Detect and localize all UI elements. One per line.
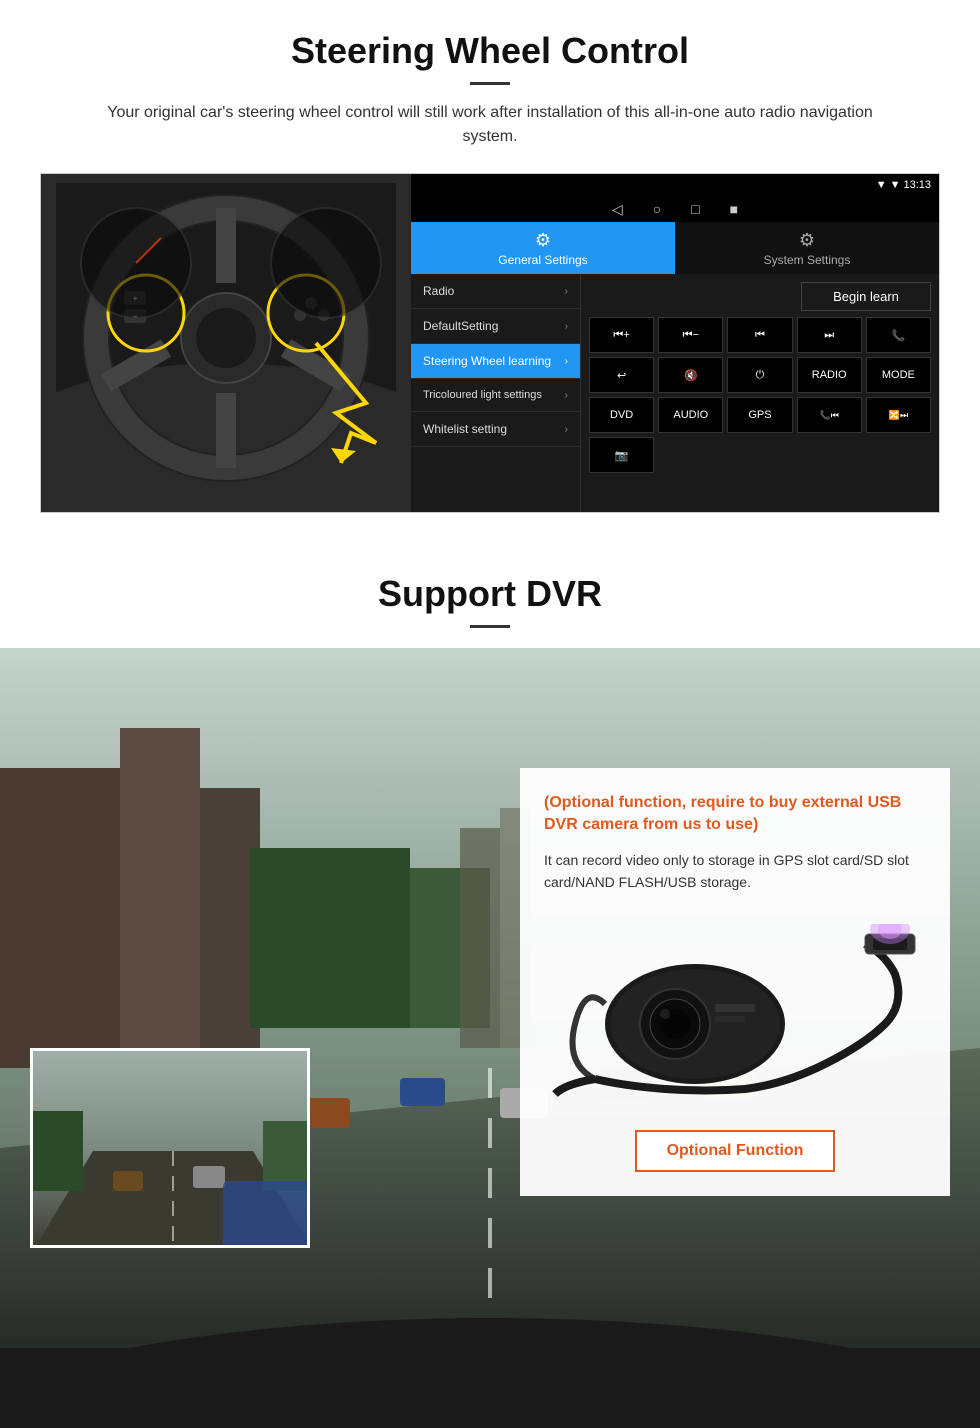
menu-item-whitelist[interactable]: Whitelist setting › [411, 412, 580, 447]
tab-system-settings[interactable]: ⚙ System Settings [675, 222, 939, 274]
chevron-icon-4: › [565, 390, 568, 401]
system-settings-label: System Settings [764, 253, 851, 267]
steering-wheel-photo: + − [41, 174, 411, 512]
ctrl-mute[interactable]: 🔇 [658, 357, 723, 393]
ctrl-next-track[interactable]: ⏭ [797, 317, 862, 353]
menu-item-defaultsetting[interactable]: DefaultSetting › [411, 309, 580, 344]
ctrl-mode[interactable]: MODE [866, 357, 931, 393]
menu-label-whitelist: Whitelist setting [423, 422, 507, 436]
ctrl-hangup[interactable]: ↩ [589, 357, 654, 393]
optional-function-button[interactable]: Optional Function [635, 1130, 835, 1172]
menu-item-steering-wheel-learning[interactable]: Steering Wheel learning › [411, 344, 580, 379]
recents-icon[interactable]: □ [691, 201, 699, 217]
menu-item-radio[interactable]: Radio › [411, 274, 580, 309]
dvr-title: Support DVR [0, 573, 980, 615]
ctrl-prev-track[interactable]: ⏮ [727, 317, 792, 353]
wifi-icon: ▼ [890, 179, 901, 191]
steering-wheel-svg: + − [56, 183, 396, 503]
dvr-header: Support DVR [0, 543, 980, 648]
inset-scene-svg [33, 1051, 310, 1248]
back-icon[interactable]: ◁ [612, 201, 623, 218]
chevron-icon-3: › [565, 356, 568, 367]
ctrl-power[interactable]: ⏻ [727, 357, 792, 393]
android-nav-bar: ◁ ○ □ ■ [411, 196, 939, 222]
dvr-info-card: (Optional function, require to buy exter… [520, 768, 950, 1196]
ctrl-vol-up[interactable]: ⏮+ [589, 317, 654, 353]
android-panel: ▼ ▼ 13:13 ◁ ○ □ ■ ⚙ General Settings ⚙ [411, 174, 939, 512]
menu-label-defaultsetting: DefaultSetting [423, 319, 498, 333]
ctrl-radio[interactable]: RADIO [797, 357, 862, 393]
settings-menu: Radio › DefaultSetting › Steering Wheel … [411, 274, 581, 512]
ctrl-shuffle-next[interactable]: 🔀⏭ [866, 397, 931, 433]
menu-icon[interactable]: ■ [730, 201, 738, 217]
ctrl-audio[interactable]: AUDIO [658, 397, 723, 433]
status-bar: ▼ ▼ 13:13 [411, 174, 939, 196]
system-settings-icon: ⚙ [799, 230, 815, 251]
statusbar-icons: ▼ ▼ 13:13 [876, 179, 931, 191]
menu-label-steering: Steering Wheel learning [423, 354, 551, 368]
dvr-description: It can record video only to storage in G… [544, 849, 926, 894]
steering-title: Steering Wheel Control [40, 30, 940, 72]
ctrl-phone-prev[interactable]: 📞⏮ [797, 397, 862, 433]
dvr-inset-view [30, 1048, 310, 1248]
tab-general-settings[interactable]: ⚙ General Settings [411, 222, 675, 274]
chevron-icon-2: › [565, 321, 568, 332]
steering-description: Your original car's steering wheel contr… [100, 101, 880, 149]
settings-tabs: ⚙ General Settings ⚙ System Settings [411, 222, 939, 274]
menu-item-tricoloured[interactable]: Tricoloured light settings › [411, 379, 580, 412]
dvr-content: (Optional function, require to buy exter… [0, 648, 980, 1428]
time-display: 13:13 [903, 179, 931, 191]
steering-wheel-section: Steering Wheel Control Your original car… [0, 0, 980, 533]
controls-panel: Begin learn ⏮+ ⏮− ⏮ ⏭ 📞 ↩ 🔇 ⏻ RADIO [581, 274, 939, 512]
title-divider [470, 82, 510, 85]
menu-label-radio: Radio [423, 284, 454, 298]
ctrl-phone[interactable]: 📞 [866, 317, 931, 353]
general-settings-icon: ⚙ [535, 230, 551, 251]
settings-content: Radio › DefaultSetting › Steering Wheel … [411, 274, 939, 512]
dvr-camera-image [544, 914, 926, 1114]
chevron-icon-5: › [565, 424, 568, 435]
signal-icon: ▼ [876, 179, 887, 191]
dvr-title-divider [470, 625, 510, 628]
ctrl-gps[interactable]: GPS [727, 397, 792, 433]
ctrl-camera[interactable]: 📷 [589, 437, 654, 473]
control-grid: ⏮+ ⏮− ⏮ ⏭ 📞 ↩ 🔇 ⏻ RADIO MODE DVD AUDIO [589, 317, 931, 473]
steering-demo: + − [40, 173, 940, 513]
ctrl-vol-down[interactable]: ⏮− [658, 317, 723, 353]
general-settings-label: General Settings [498, 253, 587, 267]
dvr-camera-svg [545, 924, 925, 1104]
home-icon[interactable]: ○ [653, 201, 661, 217]
dvr-optional-notice: (Optional function, require to buy exter… [544, 792, 926, 837]
ctrl-dvd[interactable]: DVD [589, 397, 654, 433]
dvr-section: Support DVR [0, 543, 980, 1428]
menu-label-tricoloured: Tricoloured light settings [423, 389, 542, 401]
begin-learn-row: Begin learn [589, 282, 931, 311]
begin-learn-button[interactable]: Begin learn [801, 282, 931, 311]
chevron-icon: › [565, 286, 568, 297]
